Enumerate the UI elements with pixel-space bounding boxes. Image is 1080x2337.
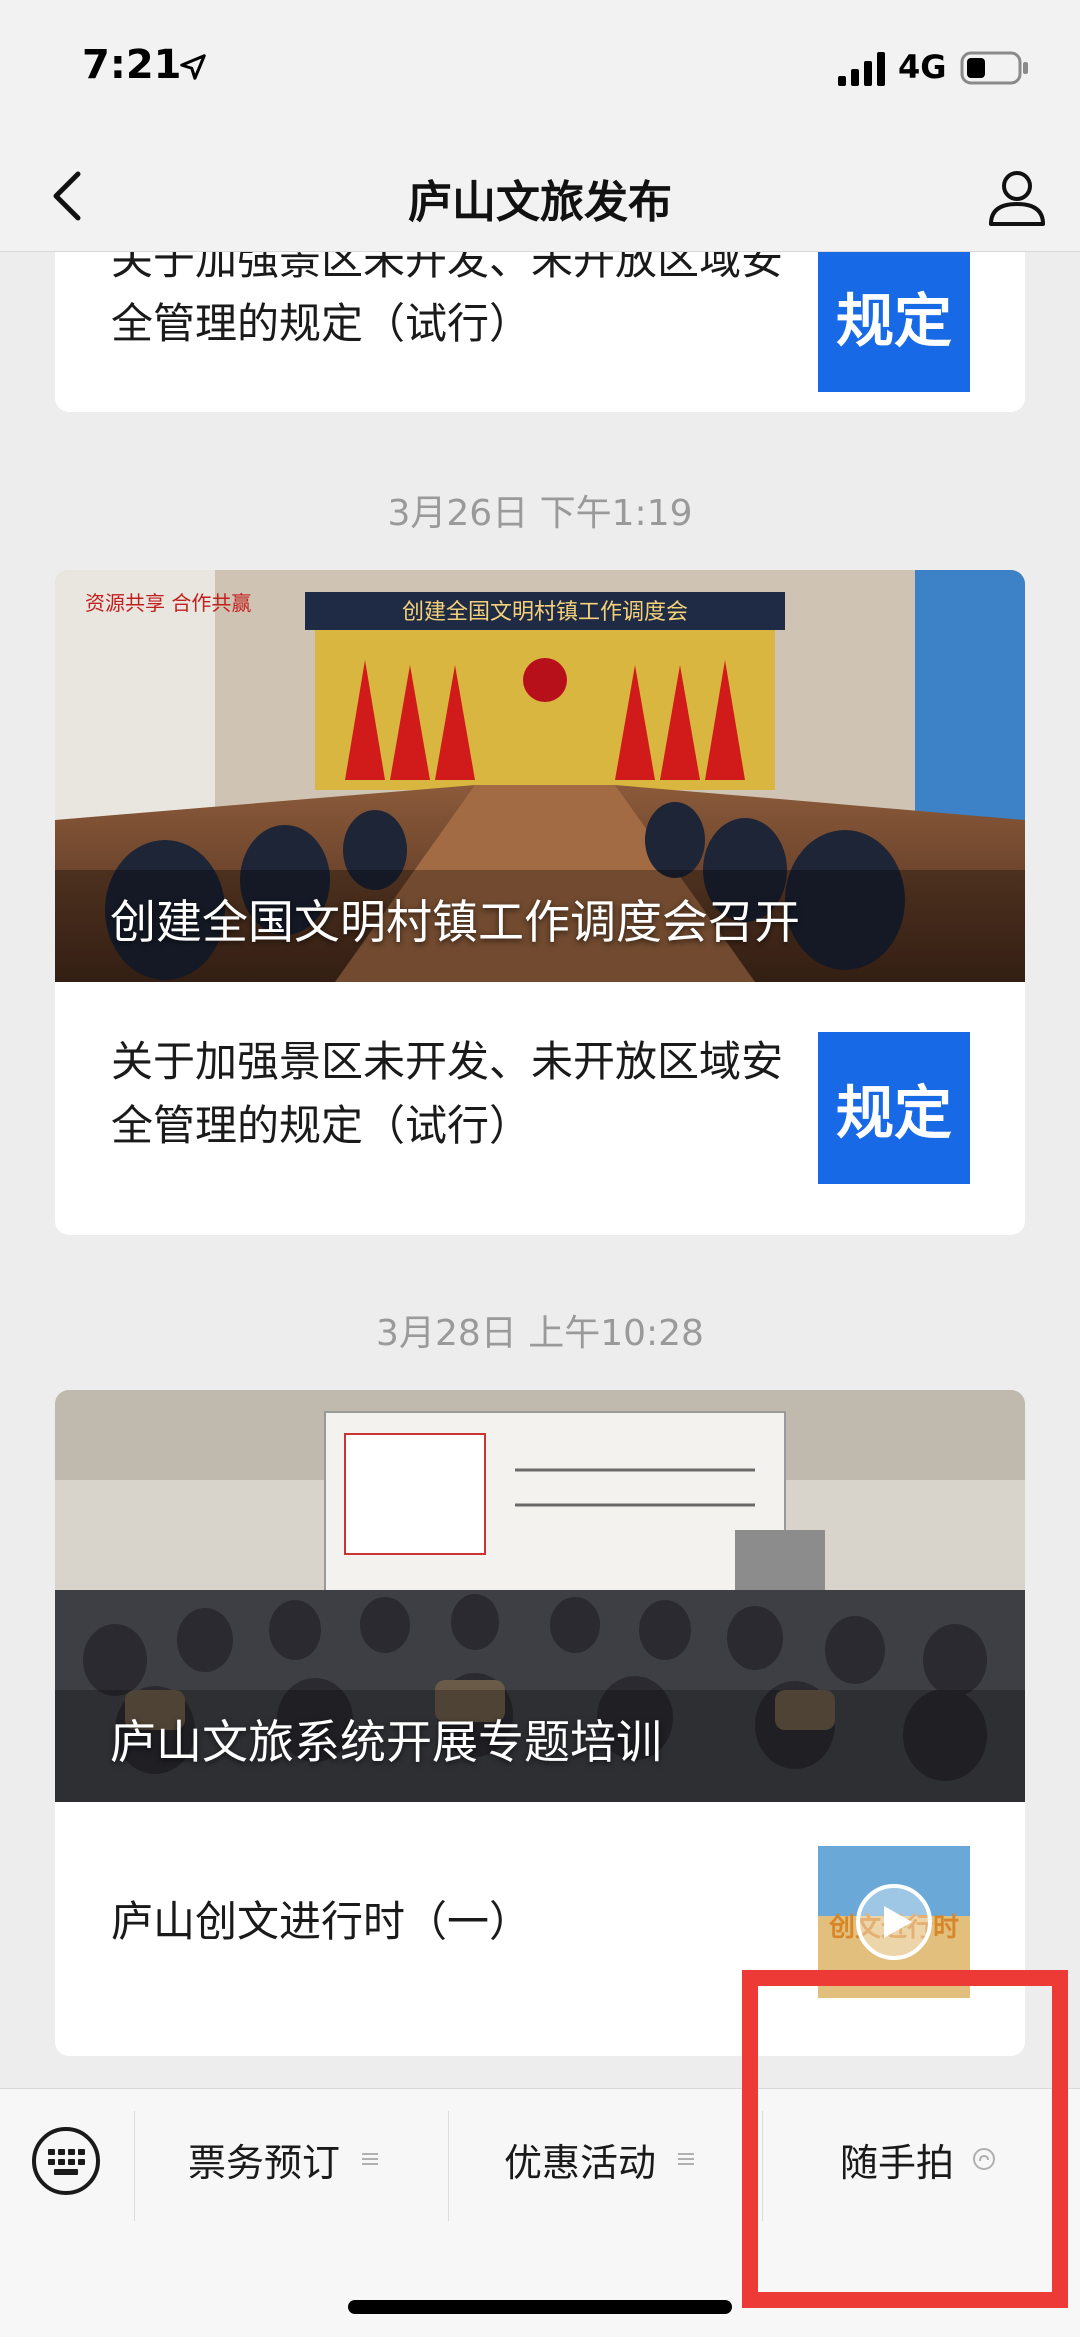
message-list[interactable]: 关于加强景区未开发、未开放区域安全管理的规定（试行） 规定 3月26日 下午1:…	[0, 252, 1080, 2088]
battery-icon	[960, 51, 1028, 85]
article-subtitle: 庐山创文进行时（一）	[111, 1897, 532, 1946]
article-card[interactable]: 创建全国文明村镇工作调度会 资源共享 合作共赢 创建全国文明村镇工作调度会召开 …	[55, 570, 1025, 1235]
article-cover-image[interactable]: 庐山文旅系统开展专题培训	[55, 1390, 1025, 1802]
cover-banner-text: 创建全国文明村镇工作调度会	[402, 600, 688, 625]
article-subtitle: 关于加强景区未开发、未开放区域安全管理的规定（试行）	[111, 252, 784, 348]
submenu-icon	[362, 2153, 379, 2165]
location-arrow-icon	[180, 54, 206, 80]
page-title: 庐山文旅发布	[408, 177, 672, 228]
highlight-box	[742, 1970, 1068, 2308]
article-cover-title: 庐山文旅系统开展专题培训	[110, 1715, 662, 1769]
article-thumbnail: 规定	[818, 1032, 970, 1184]
status-time: 7:21	[82, 42, 182, 88]
article-cover-title: 创建全国文明村镇工作调度会召开	[110, 895, 800, 949]
menu-item-ticket-booking[interactable]: 票务预订	[188, 2129, 382, 2189]
menu-item-label: 票务预订	[188, 2140, 341, 2185]
menu-divider	[134, 2111, 135, 2221]
article-card[interactable]: 关于加强景区未开发、未开放区域安全管理的规定（试行） 规定	[55, 252, 1025, 412]
article-subitem[interactable]: 关于加强景区未开发、未开放区域安全管理的规定（试行） 规定	[55, 982, 1025, 1235]
signal-icon	[838, 52, 885, 86]
submenu-icon	[678, 2153, 695, 2165]
article-subtitle: 关于加强景区未开发、未开放区域安全管理的规定（试行）	[111, 1037, 784, 1150]
home-indicator[interactable]	[348, 2300, 732, 2314]
profile-icon[interactable]	[982, 162, 1052, 232]
cover-wall-text: 资源共享 合作共赢	[85, 591, 251, 615]
article-thumbnail: 规定	[818, 252, 970, 392]
status-bar: 7:21 4G	[0, 0, 1080, 140]
menu-item-promotions[interactable]: 优惠活动	[504, 2129, 698, 2189]
article-cover-image[interactable]: 创建全国文明村镇工作调度会 资源共享 合作共赢 创建全国文明村镇工作调度会召开	[55, 570, 1025, 982]
article-card[interactable]: 庐山文旅系统开展专题培训 庐山创文进行时（一） 创文进行时	[55, 1390, 1025, 2056]
keyboard-icon[interactable]	[30, 2125, 102, 2197]
message-timestamp: 3月26日 下午1:19	[387, 493, 693, 534]
network-type: 4G	[898, 48, 947, 86]
message-timestamp: 3月28日 上午10:28	[376, 1313, 704, 1354]
nav-bar: 庐山文旅发布	[0, 140, 1080, 252]
article-subitem[interactable]: 关于加强景区未开发、未开放区域安全管理的规定（试行） 规定	[55, 252, 1025, 412]
menu-item-label: 优惠活动	[504, 2140, 657, 2185]
menu-divider	[448, 2111, 449, 2221]
